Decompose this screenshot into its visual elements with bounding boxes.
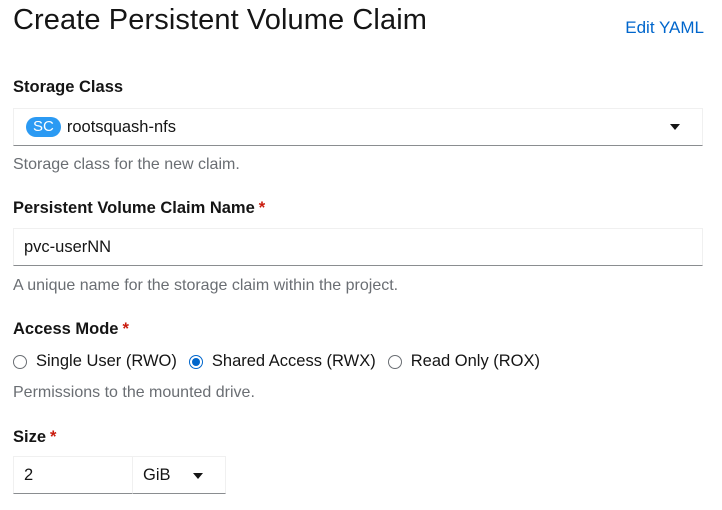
claim-name-helper: A unique name for the storage claim with… (13, 277, 399, 294)
size-label: Size * (13, 428, 56, 447)
radio-rox-circle[interactable] (387, 354, 402, 369)
access-mode-helper: Permissions to the mounted drive. (13, 384, 255, 401)
storage-class-label-text: Storage Class (13, 78, 124, 96)
access-mode-label: Access Mode * (13, 320, 129, 339)
claim-name-label-text: Persistent Volume Claim Name (13, 199, 255, 217)
storage-class-badge: SC (26, 117, 61, 137)
size-unit-select[interactable]: GiB (132, 456, 226, 494)
size-label-text: Size (13, 428, 47, 446)
radio-rox[interactable]: Read Only (ROX) (387, 352, 541, 371)
radio-rwx-label: Shared Access (RWX) (211, 352, 376, 370)
size-input[interactable] (13, 456, 133, 494)
storage-class-label: Storage Class (13, 78, 123, 97)
radio-rwo-label: Single User (RWO) (36, 352, 177, 370)
radio-rox-label: Read Only (ROX) (410, 352, 541, 370)
page-title: Create Persistent Volume Claim (13, 4, 427, 36)
claim-name-input[interactable] (13, 228, 703, 266)
caret-down-icon (670, 124, 680, 130)
storage-class-value: rootsquash-nfs (66, 117, 176, 136)
required-asterisk: * (258, 199, 266, 217)
required-asterisk: * (122, 320, 129, 338)
access-mode-label-text: Access Mode (13, 320, 119, 338)
claim-name-label: Persistent Volume Claim Name * (13, 199, 265, 218)
storage-class-helper: Storage class for the new claim. (13, 156, 240, 173)
required-asterisk: * (50, 428, 57, 446)
create-pvc-form: Create Persistent Volume Claim Edit YAML… (0, 0, 722, 510)
radio-rwo[interactable]: Single User (RWO) (13, 352, 177, 371)
storage-class-select[interactable]: SC rootsquash-nfs (13, 108, 703, 146)
size-unit-value: GiB (143, 465, 171, 484)
caret-down-icon (193, 473, 203, 479)
edit-yaml-link[interactable]: Edit YAML (625, 18, 704, 38)
access-mode-radio-group: Single User (RWO) Shared Access (RWX) Re… (13, 352, 552, 371)
radio-rwo-circle[interactable] (13, 354, 27, 369)
radio-rwx-circle[interactable] (188, 354, 203, 369)
radio-rwx[interactable]: Shared Access (RWX) (188, 352, 376, 371)
